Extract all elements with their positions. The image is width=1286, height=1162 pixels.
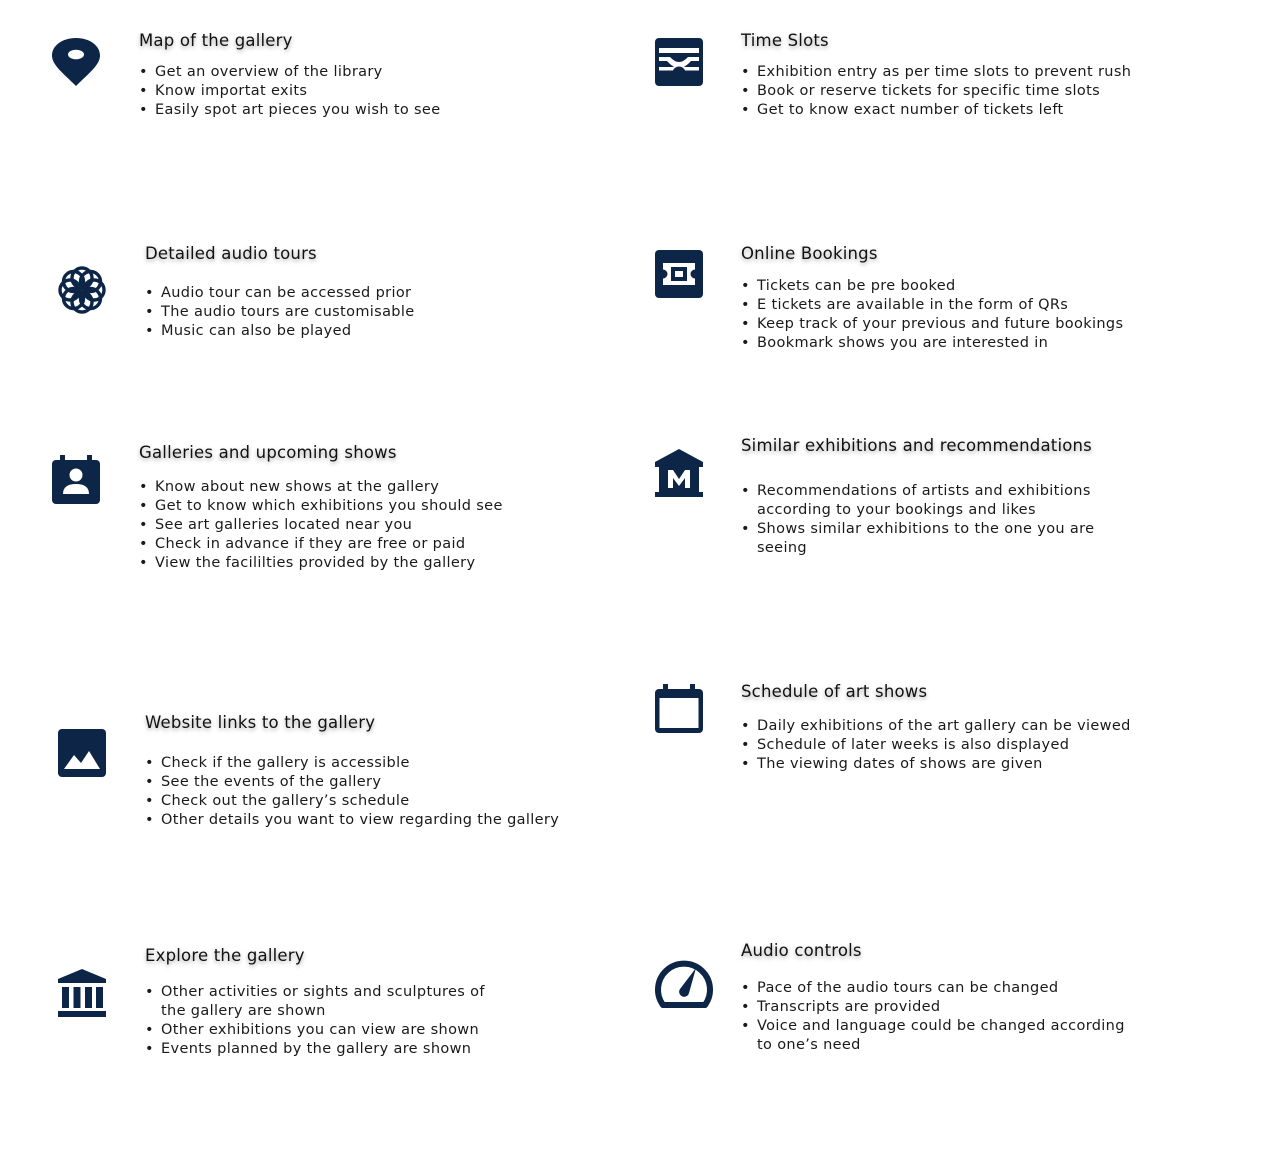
map-pin-icon (51, 37, 101, 87)
bullet-item: Book or reserve tickets for specific tim… (741, 82, 1131, 101)
feature-bullet-list: Recommendations of artists and exhibitio… (741, 482, 1131, 558)
bullet-item: The viewing dates of shows are given (741, 755, 1131, 774)
feature-title: Time Slots (741, 31, 829, 50)
bullet-item: Other details you want to view regarding… (145, 811, 559, 830)
bullet-item: See art galleries located near you (139, 516, 503, 535)
feature-title: Website links to the gallery (145, 713, 376, 732)
contact-calendar-icon (51, 455, 101, 505)
feature-bullet-list: Other activities or sights and sculpture… (145, 983, 485, 1059)
bullet-item: E tickets are available in the form of Q… (741, 296, 1123, 315)
bullet-item: Easily spot art pieces you wish to see (139, 101, 440, 120)
bullet-item: Recommendations of artists and exhibitio… (741, 482, 1131, 520)
bullet-item: Get an overview of the library (139, 63, 440, 82)
bullet-item: Check if the gallery is accessible (145, 754, 559, 773)
feature-bullet-list: Exhibition entry as per time slots to pr… (741, 63, 1131, 120)
bullet-item: Other exhibitions you can view are shown (145, 1021, 485, 1040)
image-icon (57, 728, 107, 778)
bullet-item: Check out the gallery’s schedule (145, 792, 559, 811)
bullet-item: Music can also be played (145, 322, 415, 341)
feature-title: Explore the gallery (145, 946, 305, 965)
bullet-item: See the events of the gallery (145, 773, 559, 792)
bullet-item: The audio tours are customisable (145, 303, 415, 322)
feature-bullet-list: Tickets can be pre booked E tickets are … (741, 277, 1123, 353)
flower-icon (57, 265, 107, 315)
bullet-item: Tickets can be pre booked (741, 277, 1123, 296)
feature-title: Schedule of art shows (741, 682, 928, 701)
bullet-item: Bookmark shows you are interested in (741, 334, 1123, 353)
bullet-item: Get to know which exhibitions you should… (139, 497, 503, 516)
bank-icon (57, 968, 107, 1018)
bullet-item: View the facililties provided by the gal… (139, 554, 503, 573)
bullet-item: Events planned by the gallery are shown (145, 1040, 485, 1059)
feature-title: Audio controls (741, 941, 862, 960)
museum-icon (654, 448, 704, 498)
bullet-item: Other activities or sights and sculpture… (145, 983, 485, 1021)
ticket-icon (654, 249, 704, 299)
speedometer-icon (654, 955, 714, 1011)
bullet-item: Audio tour can be accessed prior (145, 284, 415, 303)
feature-title: Detailed audio tours (145, 244, 317, 263)
bullet-item: Daily exhibitions of the art gallery can… (741, 717, 1131, 736)
bullet-item: Keep track of your previous and future b… (741, 315, 1123, 334)
feature-title: Map of the gallery (139, 31, 293, 50)
bullet-item: Shows similar exhibitions to the one you… (741, 520, 1131, 558)
feature-bullet-list: Know about new shows at the gallery Get … (139, 478, 503, 573)
feature-title: Galleries and upcoming shows (139, 443, 397, 462)
calendar-icon (654, 684, 704, 734)
feature-bullet-list: Get an overview of the library Know impo… (139, 63, 440, 120)
ticket-slots-icon (654, 37, 704, 87)
feature-bullet-list: Check if the gallery is accessible See t… (145, 754, 559, 830)
bullet-item: Transcripts are provided (741, 998, 1141, 1017)
feature-bullet-list: Audio tour can be accessed prior The aud… (145, 284, 415, 341)
bullet-item: Know importat exits (139, 82, 440, 101)
feature-bullet-list: Pace of the audio tours can be changed T… (741, 979, 1141, 1055)
bullet-item: Schedule of later weeks is also displaye… (741, 736, 1131, 755)
bullet-item: Exhibition entry as per time slots to pr… (741, 63, 1131, 82)
feature-bullet-list: Daily exhibitions of the art gallery can… (741, 717, 1131, 774)
bullet-item: Get to know exact number of tickets left (741, 101, 1131, 120)
bullet-item: Pace of the audio tours can be changed (741, 979, 1141, 998)
feature-title: Online Bookings (741, 244, 878, 263)
bullet-item: Check in advance if they are free or pai… (139, 535, 503, 554)
bullet-item: Know about new shows at the gallery (139, 478, 503, 497)
bullet-item: Voice and language could be changed acco… (741, 1017, 1141, 1055)
feature-title: Similar exhibitions and recommendations (741, 436, 1092, 455)
